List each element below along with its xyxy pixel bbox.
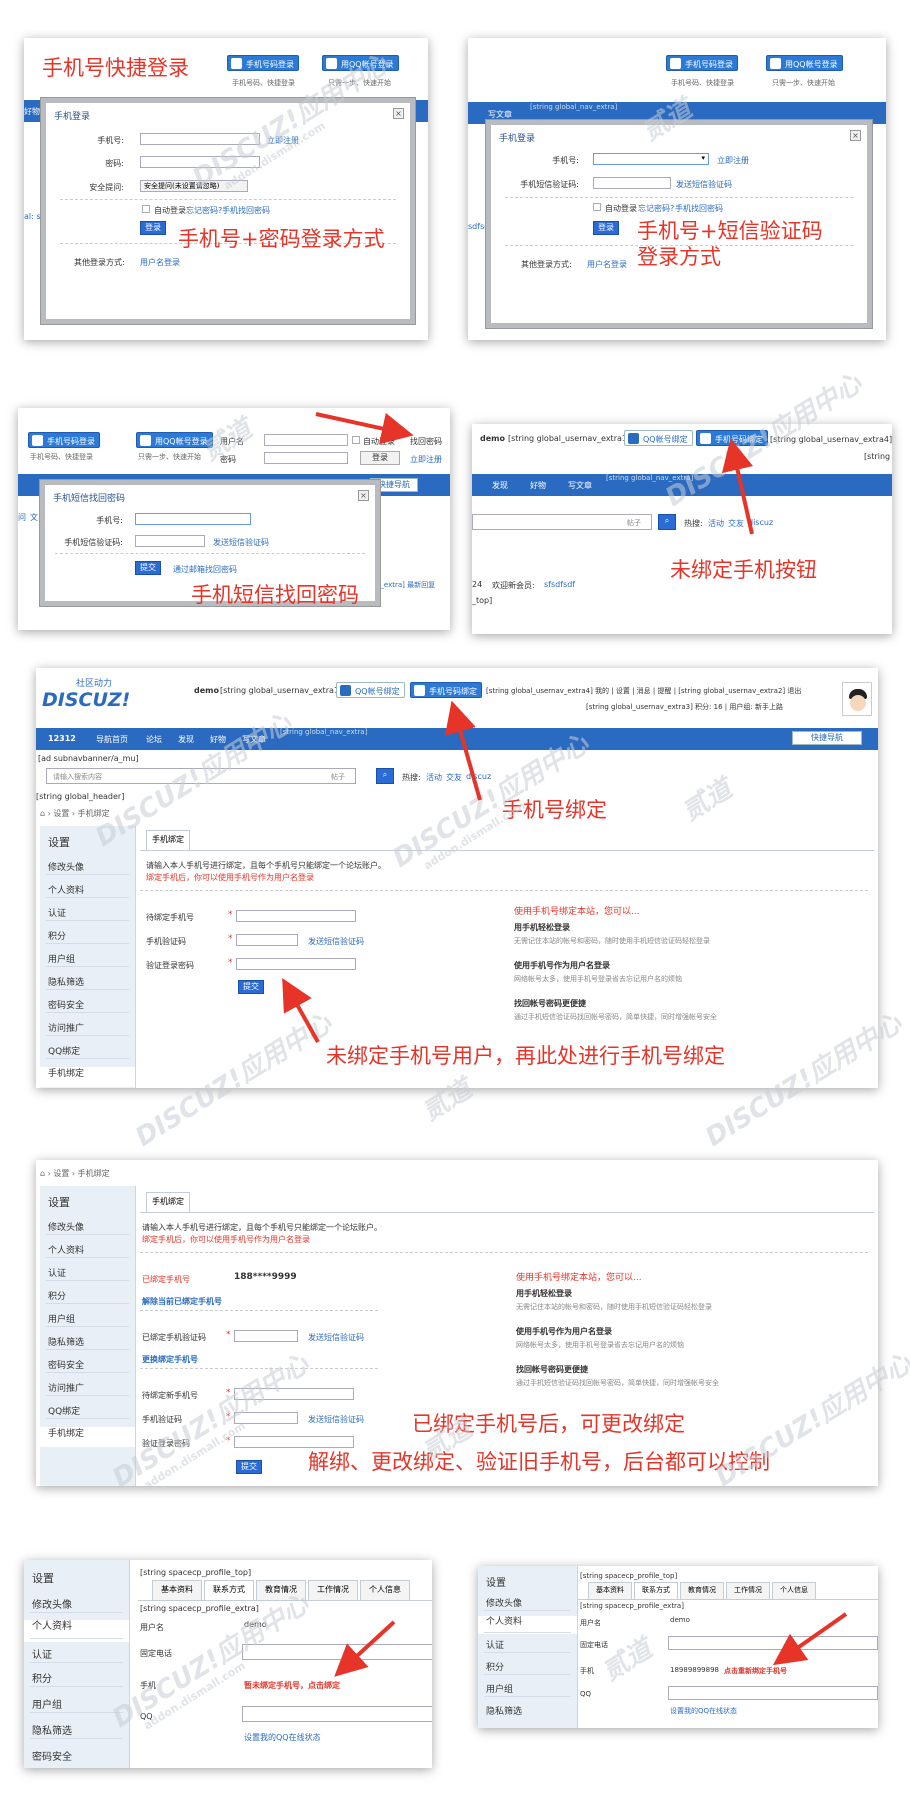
annotation-arrows [282, 412, 848, 1677]
arrow-phone-bind-top [445, 700, 482, 801]
arrow-find-password [315, 412, 414, 445]
arrow-profile-bound [772, 1612, 848, 1666]
arrow-phone-bind-button [721, 438, 754, 535]
arrow-profile-unbound [334, 1620, 396, 1677]
arrow-submit [282, 978, 320, 1043]
